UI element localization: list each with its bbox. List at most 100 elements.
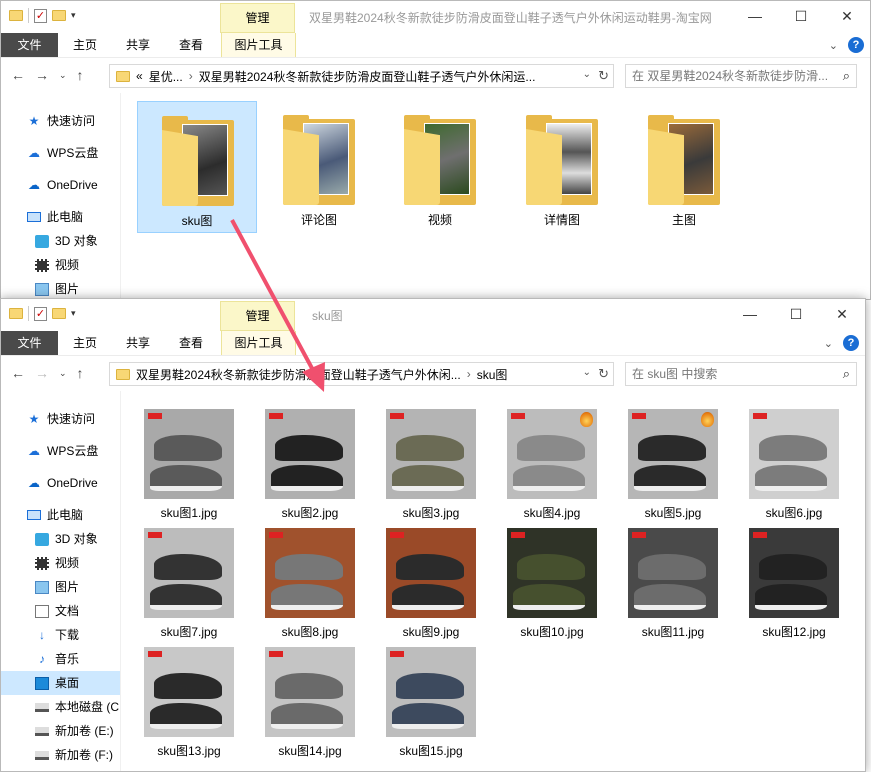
folder-item-sku[interactable]: sku图: [137, 101, 257, 233]
nav-downloads[interactable]: ↓ 下载: [1, 623, 120, 647]
nav-quick-access[interactable]: ★ 快速访问: [1, 407, 120, 431]
nav-documents[interactable]: 文档: [1, 599, 120, 623]
help-icon[interactable]: ?: [843, 335, 859, 351]
back-arrow-icon[interactable]: ←: [11, 365, 25, 382]
search-input[interactable]: 在 sku图 中搜索 ⌕: [625, 362, 857, 386]
nav-onedrive[interactable]: ☁ OneDrive: [1, 173, 120, 197]
address-dropdown-icon[interactable]: ⌄: [583, 367, 591, 378]
file-item[interactable]: sku图13.jpg: [133, 643, 245, 763]
file-item[interactable]: sku图12.jpg: [738, 524, 850, 644]
up-arrow-icon[interactable]: ↑: [77, 67, 84, 84]
new-folder-icon[interactable]: [52, 10, 66, 21]
close-icon[interactable]: ✕: [819, 299, 865, 329]
file-item[interactable]: sku图1.jpg: [133, 405, 245, 525]
breadcrumb-item[interactable]: 星优...: [149, 68, 183, 85]
nav-this-pc[interactable]: 此电脑: [1, 503, 120, 527]
tab-picture-tools[interactable]: 图片工具: [221, 331, 296, 355]
chevron-right-icon[interactable]: ›: [189, 69, 193, 83]
tab-picture-tools[interactable]: 图片工具: [221, 33, 296, 57]
recent-dropdown-icon[interactable]: ⌄: [59, 365, 67, 382]
search-input[interactable]: 在 双星男鞋2024秋冬新款徒步防滑... ⌕: [625, 64, 857, 88]
expand-ribbon-icon[interactable]: ⌄: [824, 337, 833, 350]
customize-dropdown-icon[interactable]: ▾: [71, 10, 76, 21]
close-icon[interactable]: ✕: [824, 1, 870, 31]
nav-this-pc[interactable]: 此电脑: [1, 205, 120, 229]
tab-home[interactable]: 主页: [72, 331, 98, 355]
refresh-icon[interactable]: ↻: [598, 68, 609, 84]
back-arrow-icon[interactable]: ←: [11, 67, 25, 84]
file-item[interactable]: sku图3.jpg: [375, 405, 487, 525]
manage-tab[interactable]: 管理: [220, 301, 295, 331]
minimize-icon[interactable]: —: [727, 299, 773, 329]
address-bar[interactable]: 双星男鞋2024秋冬新款徒步防滑皮面登山鞋子透气户外休闲... › sku图 ⌄…: [109, 362, 614, 386]
file-item[interactable]: sku图4.jpg: [496, 405, 608, 525]
maximize-icon[interactable]: ☐: [773, 299, 819, 329]
quick-access-toolbar: ✓ ▾: [9, 8, 76, 23]
file-item[interactable]: sku图11.jpg: [617, 524, 729, 644]
properties-icon[interactable]: ✓: [34, 306, 47, 321]
forward-arrow-icon[interactable]: →: [35, 365, 49, 382]
desktop-icon: [35, 676, 49, 690]
breadcrumb-item[interactable]: sku图: [477, 366, 508, 383]
brand-logo-icon: [269, 532, 283, 538]
file-item[interactable]: sku图7.jpg: [133, 524, 245, 644]
shoe-shape: [271, 703, 343, 729]
breadcrumb-overflow[interactable]: «: [136, 69, 143, 83]
expand-ribbon-icon[interactable]: ⌄: [829, 39, 838, 52]
address-dropdown-icon[interactable]: ⌄: [583, 69, 591, 80]
nav-videos[interactable]: 视频: [1, 253, 120, 277]
folder-item-main[interactable]: 主图: [624, 101, 744, 233]
chevron-right-icon[interactable]: ›: [467, 367, 471, 381]
shoe-shape: [759, 554, 827, 580]
file-item[interactable]: sku图10.jpg: [496, 524, 608, 644]
breadcrumb-item[interactable]: 双星男鞋2024秋冬新款徒步防滑皮面登山鞋子透气户外休闲...: [136, 366, 461, 383]
up-arrow-icon[interactable]: ↑: [77, 365, 84, 382]
nav-pictures[interactable]: 图片: [1, 575, 120, 599]
folder-item-detail[interactable]: 详情图: [502, 101, 622, 233]
tab-file[interactable]: 文件: [1, 33, 58, 57]
nav-onedrive[interactable]: ☁ OneDrive: [1, 471, 120, 495]
file-item[interactable]: sku图8.jpg: [254, 524, 366, 644]
folder-item-video[interactable]: 视频: [380, 101, 500, 233]
nav-wps-cloud[interactable]: ☁ WPS云盘: [1, 141, 120, 165]
folder-item-reviews[interactable]: 评论图: [259, 101, 379, 233]
nav-videos[interactable]: 视频: [1, 551, 120, 575]
file-item[interactable]: sku图9.jpg: [375, 524, 487, 644]
file-item[interactable]: sku图15.jpg: [375, 643, 487, 763]
tab-share[interactable]: 共享: [125, 331, 151, 355]
tab-view[interactable]: 查看: [178, 331, 204, 355]
minimize-icon[interactable]: —: [732, 1, 778, 31]
recent-dropdown-icon[interactable]: ⌄: [59, 67, 67, 84]
nav-desktop[interactable]: 桌面: [1, 671, 120, 695]
file-item[interactable]: sku图5.jpg: [617, 405, 729, 525]
nav-3d-objects[interactable]: 3D 对象: [1, 527, 120, 551]
file-item[interactable]: sku图6.jpg: [738, 405, 850, 525]
nav-music[interactable]: ♪ 音乐: [1, 647, 120, 671]
help-icon[interactable]: ?: [848, 37, 864, 53]
folder-label: 详情图: [543, 213, 580, 227]
nav-3d-objects[interactable]: 3D 对象: [1, 229, 120, 253]
nav-volume-f[interactable]: 新加卷 (F:): [1, 743, 120, 767]
nav-wps-cloud[interactable]: ☁ WPS云盘: [1, 439, 120, 463]
tab-share[interactable]: 共享: [125, 33, 151, 57]
customize-dropdown-icon[interactable]: ▾: [71, 308, 76, 319]
tab-home[interactable]: 主页: [72, 33, 98, 57]
refresh-icon[interactable]: ↻: [598, 366, 609, 382]
breadcrumb-item[interactable]: 双星男鞋2024秋冬新款徒步防滑皮面登山鞋子透气户外休闲运...: [199, 68, 536, 85]
file-item[interactable]: sku图2.jpg: [254, 405, 366, 525]
tab-file[interactable]: 文件: [1, 331, 58, 355]
forward-arrow-icon[interactable]: →: [35, 67, 49, 84]
nav-quick-access[interactable]: ★ 快速访问: [1, 109, 120, 133]
manage-tab[interactable]: 管理: [220, 3, 295, 33]
new-folder-icon[interactable]: [52, 308, 66, 319]
shoe-shape: [755, 584, 827, 610]
file-item[interactable]: sku图14.jpg: [254, 643, 366, 763]
address-bar[interactable]: « 星优... › 双星男鞋2024秋冬新款徒步防滑皮面登山鞋子透气户外休闲运.…: [109, 64, 614, 88]
maximize-icon[interactable]: ☐: [778, 1, 824, 31]
nav-local-disk-c[interactable]: 本地磁盘 (C: [1, 695, 120, 719]
properties-icon[interactable]: ✓: [34, 8, 47, 23]
nav-label: 此电脑: [47, 210, 84, 224]
tab-view[interactable]: 查看: [178, 33, 204, 57]
nav-volume-e[interactable]: 新加卷 (E:): [1, 719, 120, 743]
nav-pictures[interactable]: 图片: [1, 277, 120, 299]
